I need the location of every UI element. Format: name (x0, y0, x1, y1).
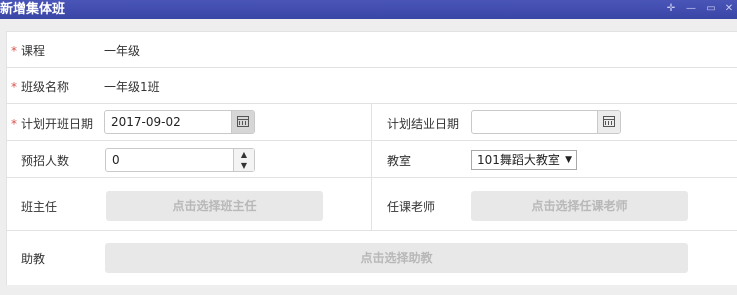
enrollment-label: 预招人数 (21, 154, 70, 168)
class-name-label: * 班级名称 (11, 78, 69, 95)
start-date-label: * 计划开班日期 (11, 115, 93, 132)
classroom-label: 教室 (387, 154, 412, 168)
window-title: 新增集体班 (0, 2, 66, 17)
teacher-label: 任课老师 (387, 200, 436, 214)
course-label-text: 课程 (21, 44, 46, 58)
start-date-value: 2017-09-02 (111, 115, 181, 129)
required-mark: * (11, 44, 17, 58)
class-name-label-text: 班级名称 (21, 80, 70, 94)
column-divider (371, 103, 372, 230)
enrollment-spinner: ▲ ▼ (233, 149, 254, 171)
calendar-icon (603, 116, 615, 127)
minimize-icon[interactable]: — (685, 3, 697, 15)
head-teacher-label: 班主任 (21, 200, 58, 214)
class-name-value: 一年级1班 (104, 80, 160, 94)
end-date-label: 计划结业日期 (387, 117, 460, 131)
select-teacher-button[interactable]: 点击选择任课老师 (471, 191, 688, 221)
course-value: 一年级 (104, 44, 141, 58)
enrollment-value: 0 (112, 153, 120, 167)
class-form: * 课程 一年级 * 班级名称 一年级1班 * 计划开班日期 2017-09-02 计… (6, 31, 737, 285)
end-date-calendar-button[interactable] (597, 111, 620, 133)
spin-down-icon[interactable]: ▼ (234, 160, 254, 171)
select-head-teacher-button[interactable]: 点击选择班主任 (106, 191, 323, 221)
close-icon[interactable]: ✕ (723, 3, 735, 15)
maximize-icon[interactable]: ▭ (705, 3, 717, 15)
classroom-select[interactable]: 101舞蹈大教室 ▼ (471, 150, 577, 170)
enrollment-stepper[interactable]: 0 ▲ ▼ (105, 148, 255, 172)
start-date-calendar-button[interactable] (231, 111, 254, 133)
move-icon[interactable]: ✛ (665, 3, 677, 15)
assistant-label: 助教 (21, 252, 46, 266)
calendar-icon (237, 116, 249, 127)
required-mark: * (11, 80, 17, 94)
course-label: * 课程 (11, 42, 45, 59)
spin-up-icon[interactable]: ▲ (234, 149, 254, 160)
dropdown-arrow-icon: ▼ (565, 155, 572, 165)
select-assistant-button[interactable]: 点击选择助教 (105, 243, 688, 273)
end-date-input[interactable] (471, 110, 621, 134)
start-date-label-text: 计划开班日期 (21, 117, 94, 131)
start-date-input[interactable]: 2017-09-02 (104, 110, 255, 134)
window-titlebar: 新增集体班 ✛ — ▭ ✕ (0, 0, 737, 19)
classroom-value: 101舞蹈大教室 (477, 153, 560, 167)
required-mark: * (11, 117, 17, 131)
